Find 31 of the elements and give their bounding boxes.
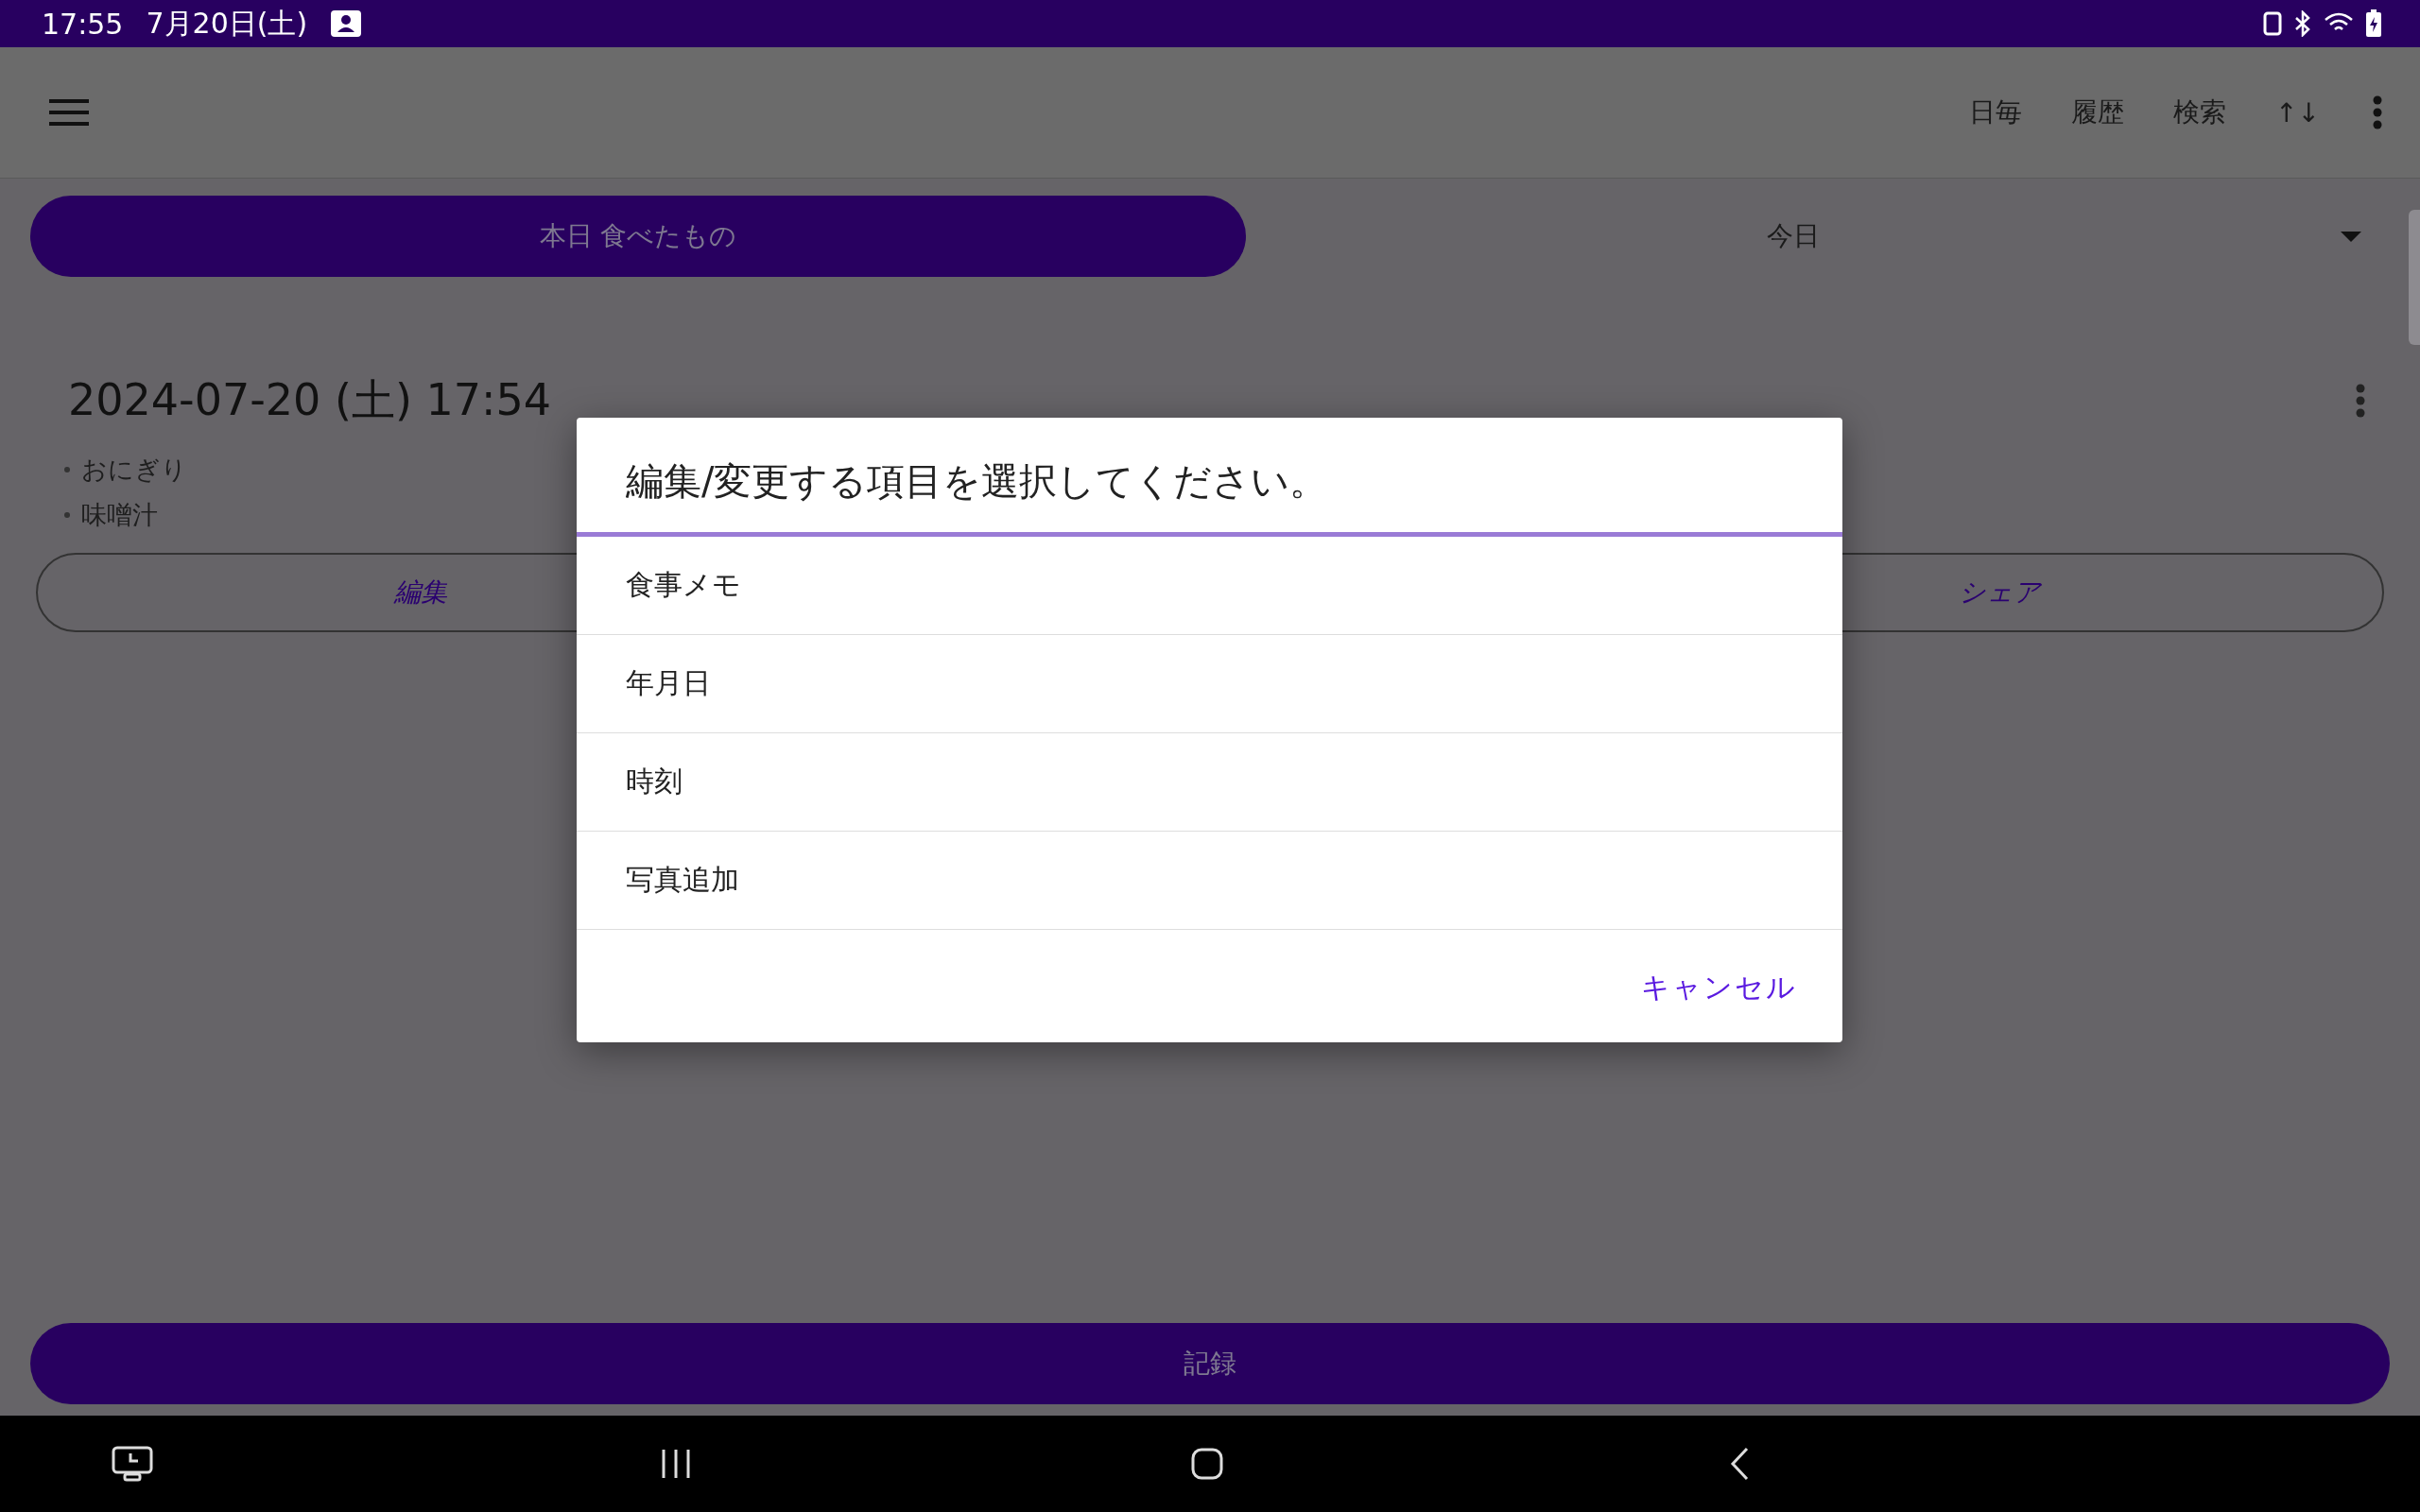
dropdown-arrow-icon[interactable] xyxy=(2341,231,2361,242)
toolbar-action[interactable]: 検索 xyxy=(2149,85,2252,140)
today-meals-button[interactable]: 本日 食べたもの xyxy=(30,196,1246,277)
dialog-option[interactable]: 写真追加 xyxy=(577,832,1842,930)
period-dropdown[interactable]: 今日 xyxy=(1246,218,2341,254)
bullet-icon xyxy=(64,467,70,472)
menu-icon[interactable] xyxy=(49,98,89,127)
dialog-option[interactable]: 食事メモ xyxy=(577,537,1842,635)
more-icon[interactable] xyxy=(2373,95,2382,129)
dialog-option[interactable]: 時刻 xyxy=(577,733,1842,832)
dialog-option[interactable]: 年月日 xyxy=(577,635,1842,733)
scrollbar[interactable] xyxy=(2409,210,2420,345)
cancel-button[interactable]: キャンセル xyxy=(1635,968,1803,1008)
battery-icon xyxy=(2365,9,2382,38)
toolbar-action[interactable]: 履歴 xyxy=(2047,85,2150,140)
screen-time-icon[interactable] xyxy=(112,1446,153,1482)
bluetooth-icon xyxy=(2293,10,2312,37)
status-time: 17:55 xyxy=(42,7,124,41)
recent-apps-icon[interactable] xyxy=(660,1450,692,1478)
entry-datetime: 2024-07-20 (土) 17:54 xyxy=(68,373,553,427)
food-item: 味噌汁 xyxy=(81,499,158,531)
bullet-icon xyxy=(64,512,70,518)
dialog-title: 編集/変更する項目を選択してください。 xyxy=(577,418,1842,537)
status-date: 7月20日(土) xyxy=(146,5,308,42)
record-button[interactable]: 記録 xyxy=(30,1323,2390,1404)
more-icon[interactable] xyxy=(2356,384,2365,418)
food-item: おにぎり xyxy=(81,454,187,486)
toolbar-action[interactable]: ↑↓ xyxy=(2251,87,2344,138)
back-icon[interactable] xyxy=(1730,1447,1749,1481)
home-icon[interactable] xyxy=(1191,1448,1223,1480)
toolbar-action[interactable]: 日毎 xyxy=(1945,85,2048,140)
